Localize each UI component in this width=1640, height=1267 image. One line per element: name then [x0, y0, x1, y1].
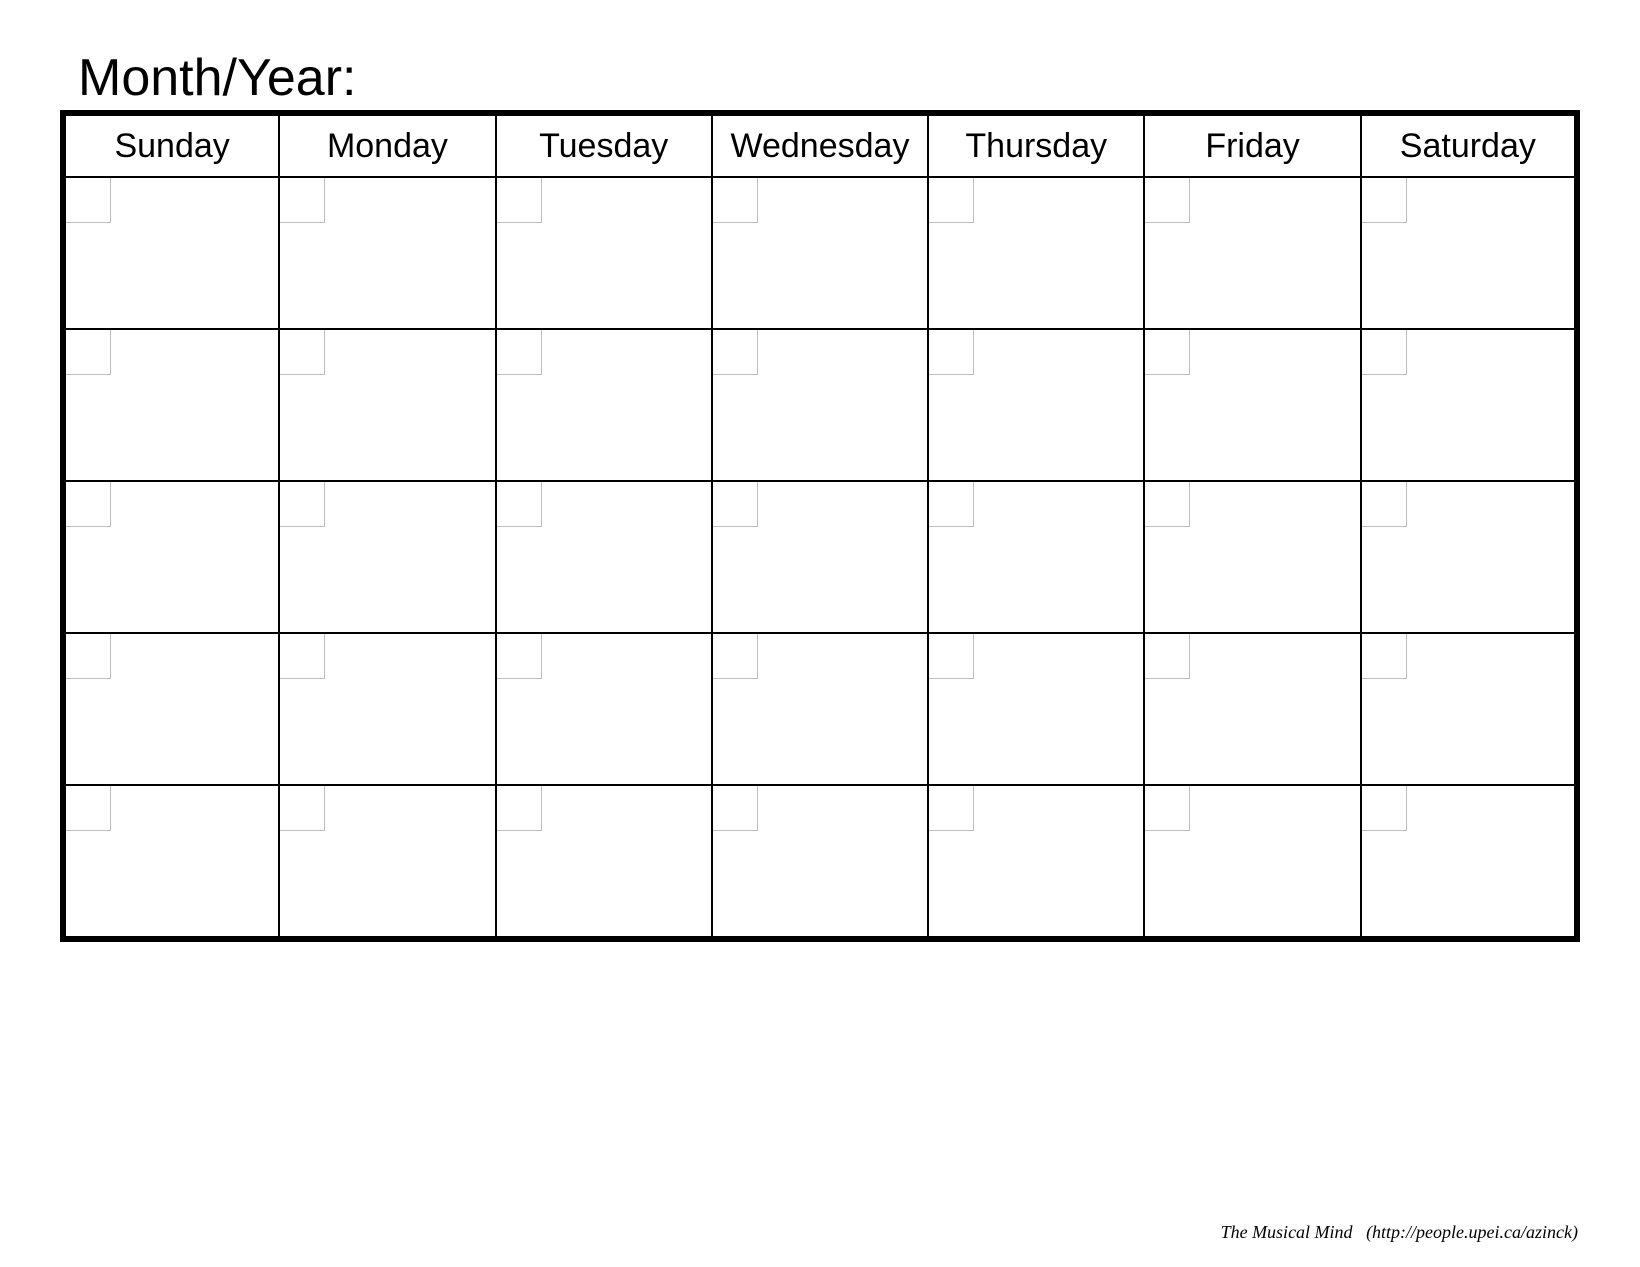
date-box: [713, 786, 758, 831]
day-header-tuesday: Tuesday: [496, 113, 712, 177]
calendar-table: Sunday Monday Tuesday Wednesday Thursday…: [60, 110, 1580, 942]
day-cell: [63, 633, 279, 785]
day-cell: [1361, 481, 1577, 633]
day-cell: [712, 481, 928, 633]
day-cell: [712, 633, 928, 785]
date-box: [66, 634, 111, 679]
date-box: [1362, 482, 1407, 527]
date-box: [497, 634, 542, 679]
day-cell: [1144, 329, 1360, 481]
date-box: [280, 482, 325, 527]
week-row: [63, 785, 1577, 939]
date-box: [713, 634, 758, 679]
day-cell: [928, 785, 1144, 939]
day-cell: [1144, 785, 1360, 939]
date-box: [497, 786, 542, 831]
day-cell: [496, 481, 712, 633]
day-cell: [279, 329, 495, 481]
day-cell: [1361, 177, 1577, 329]
week-row: [63, 329, 1577, 481]
date-box: [929, 330, 974, 375]
day-cell: [496, 633, 712, 785]
day-cell: [279, 633, 495, 785]
date-box: [929, 178, 974, 223]
date-box: [713, 482, 758, 527]
day-cell: [496, 329, 712, 481]
date-box: [280, 178, 325, 223]
date-box: [497, 330, 542, 375]
calendar-wrapper: Sunday Monday Tuesday Wednesday Thursday…: [60, 110, 1580, 942]
date-box: [66, 330, 111, 375]
day-cell: [928, 177, 1144, 329]
page-title: Month/Year:: [78, 48, 356, 108]
day-header-row: Sunday Monday Tuesday Wednesday Thursday…: [63, 113, 1577, 177]
date-box: [929, 786, 974, 831]
day-cell: [712, 177, 928, 329]
day-cell: [279, 785, 495, 939]
day-cell: [928, 329, 1144, 481]
day-header-saturday: Saturday: [1361, 113, 1577, 177]
day-header-friday: Friday: [1144, 113, 1360, 177]
day-header-thursday: Thursday: [928, 113, 1144, 177]
date-box: [1362, 786, 1407, 831]
week-row: [63, 177, 1577, 329]
date-box: [1362, 634, 1407, 679]
date-box: [1362, 330, 1407, 375]
day-cell: [928, 481, 1144, 633]
date-box: [929, 482, 974, 527]
date-box: [1145, 178, 1190, 223]
day-cell: [1144, 633, 1360, 785]
date-box: [66, 482, 111, 527]
calendar-body: [63, 177, 1577, 939]
date-box: [1145, 330, 1190, 375]
date-box: [929, 634, 974, 679]
day-header-monday: Monday: [279, 113, 495, 177]
week-row: [63, 633, 1577, 785]
calendar-page: Month/Year: Sunday Monday Tuesday Wednes…: [0, 0, 1640, 1267]
day-cell: [63, 177, 279, 329]
day-cell: [63, 785, 279, 939]
day-cell: [279, 481, 495, 633]
day-cell: [279, 177, 495, 329]
day-cell: [1144, 481, 1360, 633]
footer-source: The Musical Mind: [1221, 1222, 1353, 1242]
day-cell: [496, 177, 712, 329]
date-box: [1362, 178, 1407, 223]
day-cell: [63, 329, 279, 481]
date-box: [713, 178, 758, 223]
date-box: [66, 178, 111, 223]
day-cell: [1361, 329, 1577, 481]
day-cell: [712, 785, 928, 939]
date-box: [713, 330, 758, 375]
date-box: [1145, 482, 1190, 527]
date-box: [280, 786, 325, 831]
week-row: [63, 481, 1577, 633]
footer-url: (http://people.upei.ca/azinck): [1366, 1222, 1578, 1242]
day-cell: [1361, 785, 1577, 939]
day-header-wednesday: Wednesday: [712, 113, 928, 177]
footer-credit: The Musical Mind (http://people.upei.ca/…: [1221, 1222, 1578, 1243]
day-cell: [63, 481, 279, 633]
date-box: [1145, 634, 1190, 679]
day-cell: [712, 329, 928, 481]
day-cell: [1361, 633, 1577, 785]
date-box: [280, 634, 325, 679]
date-box: [497, 482, 542, 527]
day-header-sunday: Sunday: [63, 113, 279, 177]
date-box: [1145, 786, 1190, 831]
day-cell: [496, 785, 712, 939]
date-box: [66, 786, 111, 831]
date-box: [497, 178, 542, 223]
date-box: [280, 330, 325, 375]
day-cell: [1144, 177, 1360, 329]
day-cell: [928, 633, 1144, 785]
